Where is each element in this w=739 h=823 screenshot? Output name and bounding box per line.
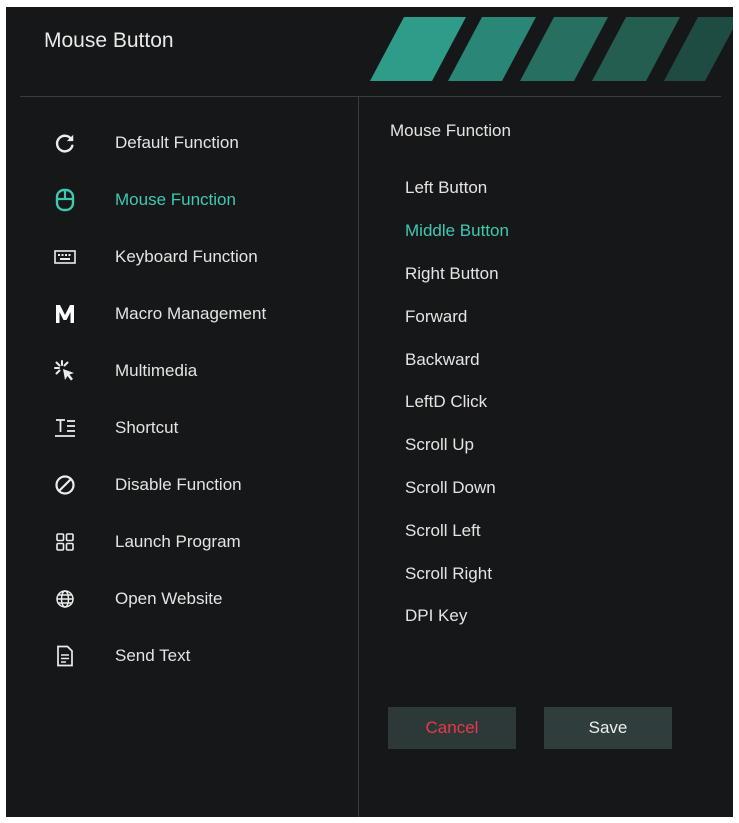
menu-item-multimedia[interactable]: Multimedia: [46, 351, 346, 391]
submenu-item-scroll-left[interactable]: Scroll Left: [405, 521, 481, 541]
page-title: Mouse Button: [44, 29, 174, 52]
menu-item-label: Disable Function: [115, 475, 242, 494]
shortcut-icon: [51, 414, 79, 442]
document-icon: [51, 642, 79, 670]
menu-item-label: Macro Management: [115, 304, 267, 323]
menu-item-label: Multimedia: [115, 361, 198, 380]
menu-item-label: Mouse Function: [115, 190, 236, 209]
save-button[interactable]: Save: [544, 707, 672, 749]
submenu-item-leftd-click[interactable]: LeftD Click: [405, 392, 487, 412]
column-divider: [358, 96, 359, 817]
submenu-item-middle-button[interactable]: Middle Button: [405, 221, 509, 241]
menu-item-shortcut[interactable]: Shortcut: [46, 408, 346, 448]
globe-icon: [51, 585, 79, 613]
menu-item-launch-program[interactable]: Launch Program: [46, 522, 346, 562]
submenu-title: Mouse Function: [390, 121, 511, 140]
keyboard-icon: [51, 243, 79, 271]
refresh-icon: [51, 129, 79, 157]
menu-item-disable-function[interactable]: Disable Function: [46, 465, 346, 505]
header-divider: [20, 96, 721, 97]
submenu-item-backward[interactable]: Backward: [405, 350, 480, 370]
multimedia-icon: [51, 357, 79, 385]
menu-item-label: Send Text: [115, 646, 191, 665]
disable-icon: [51, 471, 79, 499]
submenu-item-forward[interactable]: Forward: [405, 307, 467, 327]
mouse-icon: [51, 186, 79, 214]
submenu-item-scroll-right[interactable]: Scroll Right: [405, 564, 492, 584]
menu-item-default-function[interactable]: Default Function: [46, 123, 346, 163]
macro-m-icon: [51, 300, 79, 328]
submenu-item-scroll-up[interactable]: Scroll Up: [405, 435, 474, 455]
menu-item-label: Launch Program: [115, 532, 241, 551]
menu-item-keyboard-function[interactable]: Keyboard Function: [46, 237, 346, 277]
decorative-stripes: [370, 17, 733, 81]
menu-item-label: Default Function: [115, 133, 239, 152]
grid-icon: [51, 528, 79, 556]
menu-item-label: Keyboard Function: [115, 247, 258, 266]
menu-item-send-text[interactable]: Send Text: [46, 636, 346, 676]
submenu-item-left-button[interactable]: Left Button: [405, 178, 487, 198]
submenu-item-scroll-down[interactable]: Scroll Down: [405, 478, 496, 498]
cancel-button[interactable]: Cancel: [388, 707, 516, 749]
mouse-button-panel: Mouse Button Default Function Mouse Func…: [6, 7, 733, 817]
submenu-item-dpi-key[interactable]: DPI Key: [405, 606, 467, 626]
submenu-item-right-button[interactable]: Right Button: [405, 264, 499, 284]
menu-item-mouse-function[interactable]: Mouse Function: [46, 180, 346, 220]
menu-item-label: Shortcut: [115, 418, 179, 437]
menu-item-label: Open Website: [115, 589, 223, 608]
menu-item-open-website[interactable]: Open Website: [46, 579, 346, 619]
menu-item-macro-management[interactable]: Macro Management: [46, 294, 346, 334]
